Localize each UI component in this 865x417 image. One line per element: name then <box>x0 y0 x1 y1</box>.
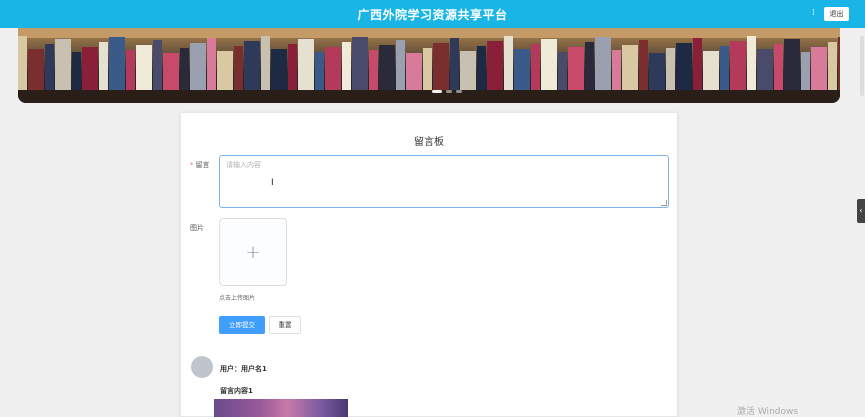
comment-content: 留言内容1 <box>220 387 253 395</box>
message-placeholder: 请输入内容 <box>226 161 261 169</box>
carousel-dots <box>432 90 462 93</box>
book-spine <box>757 49 773 90</box>
book-spine <box>585 42 594 90</box>
carousel-dot[interactable] <box>456 90 462 93</box>
scrollbar[interactable] <box>860 36 864 96</box>
book-spine <box>55 39 71 90</box>
book-spine <box>720 46 729 90</box>
book-spine <box>109 37 125 90</box>
book-spine <box>784 39 800 90</box>
message-label: * 留言 <box>190 161 210 169</box>
message-textarea[interactable]: 请输入内容 I <box>219 155 669 208</box>
book-spine <box>406 53 422 90</box>
book-spine <box>811 47 827 90</box>
message-board-card: 留言板 * 留言 请输入内容 I 图片 + 点击上传图片 立即提交 重置 用户：用… <box>180 112 678 417</box>
text-cursor-icon: I <box>271 178 274 188</box>
resize-handle[interactable] <box>661 200 667 206</box>
book-spine <box>271 49 287 90</box>
book-spine <box>180 48 189 90</box>
book-spine <box>315 52 324 90</box>
board-title: 留言板 <box>414 137 444 148</box>
upload-hint: 点击上传图片 <box>219 295 256 302</box>
book-spine <box>676 43 692 90</box>
book-spine <box>622 45 638 90</box>
carousel-dot[interactable] <box>432 90 442 93</box>
image-label: 图片 <box>190 224 204 232</box>
book-spine <box>244 41 260 90</box>
book-spine <box>45 44 54 90</box>
book-spine <box>18 36 27 90</box>
book-spine <box>153 40 162 90</box>
banner-books-image <box>18 28 840 103</box>
comment-image[interactable] <box>214 399 348 417</box>
user-icon[interactable]: ⁞ <box>812 8 820 20</box>
book-spine <box>352 37 368 90</box>
book-spine <box>639 40 648 90</box>
comment-username: 用户：用户名1 <box>220 365 267 373</box>
book-spine <box>612 50 621 90</box>
book-spine <box>433 43 449 90</box>
book-spine <box>369 50 378 90</box>
book-spine <box>487 41 503 90</box>
book-spine <box>504 36 513 90</box>
book-spine <box>190 43 206 90</box>
book-spine <box>838 37 840 90</box>
book-spine <box>747 36 756 90</box>
banner-carousel[interactable] <box>18 28 840 103</box>
book-spine <box>828 42 837 90</box>
book-spine <box>396 40 405 90</box>
image-upload-box[interactable]: + <box>219 218 287 286</box>
book-spine <box>703 51 719 90</box>
side-toggle-chevron-icon[interactable]: ‹ <box>857 199 865 223</box>
book-spine <box>288 44 297 90</box>
book-spine <box>28 49 44 90</box>
book-spine <box>379 45 395 90</box>
book-spine <box>568 47 584 90</box>
book-spine <box>234 46 243 90</box>
book-spine <box>693 38 702 90</box>
book-spine <box>450 38 459 90</box>
book-spine <box>163 53 179 90</box>
carousel-dot[interactable] <box>446 90 452 93</box>
book-spine <box>126 50 135 90</box>
logout-button[interactable]: 退出 <box>824 7 849 21</box>
book-spine <box>207 38 216 90</box>
book-spine <box>477 46 486 90</box>
book-spine <box>558 52 567 90</box>
book-spine <box>325 47 341 90</box>
book-spine <box>136 45 152 90</box>
book-spine <box>72 52 81 90</box>
windows-watermark: 激活 Windows <box>737 407 799 417</box>
book-spine <box>82 47 98 90</box>
book-spine <box>730 41 746 90</box>
book-spine <box>298 39 314 90</box>
book-spine <box>423 48 432 90</box>
book-spine <box>595 37 611 90</box>
book-spine <box>99 42 108 90</box>
book-spine <box>774 44 783 90</box>
book-spine <box>342 42 351 90</box>
submit-button[interactable]: 立即提交 <box>219 316 265 334</box>
plus-icon: + <box>245 241 261 263</box>
book-spine <box>261 36 270 90</box>
top-bar: 广西外院学习资源共享平台 ⁞ 退出 <box>0 0 865 28</box>
book-spine <box>666 48 675 90</box>
book-spine <box>514 49 530 90</box>
book-spine <box>217 51 233 90</box>
book-spine <box>460 51 476 90</box>
book-spine <box>541 39 557 90</box>
site-title: 广西外院学习资源共享平台 <box>357 8 508 22</box>
avatar <box>191 356 213 378</box>
book-spine <box>649 53 665 90</box>
reset-button[interactable]: 重置 <box>269 316 301 334</box>
book-spine <box>801 52 810 90</box>
book-spine <box>531 44 540 90</box>
